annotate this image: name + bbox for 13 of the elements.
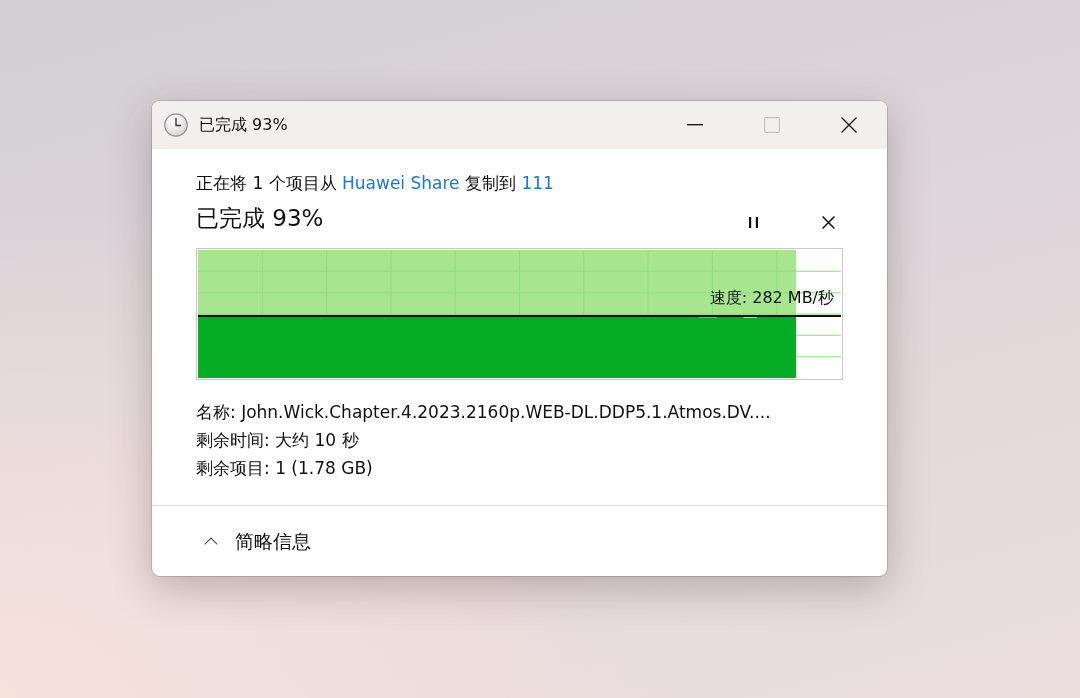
clock-icon xyxy=(164,113,188,137)
speed-reading: 速度: 282 MB/秒 xyxy=(709,287,834,309)
copy-description: 正在将 1 个项目从 Huawei Share 复制到 111 xyxy=(196,172,555,195)
detail-line: 名称: John.Wick.Chapter.4.2023.2160p.WEB-DL.DDP5.1.Atmos.DV.... xyxy=(196,401,772,424)
details-toggle[interactable]: 简略信息 xyxy=(196,527,311,555)
detail-line: 剩余时间: 大约 10 秒 xyxy=(196,429,360,452)
pause-icon xyxy=(748,216,758,228)
detail-line: 剩余项目: 1 (1.78 GB) xyxy=(196,457,374,480)
progress-heading: 已完成 93% xyxy=(196,204,325,233)
close-icon xyxy=(821,215,835,229)
window-title: 已完成 93% xyxy=(199,114,289,136)
location-link[interactable]: Huawei Share xyxy=(342,173,460,193)
location-link[interactable]: 111 xyxy=(521,173,554,193)
